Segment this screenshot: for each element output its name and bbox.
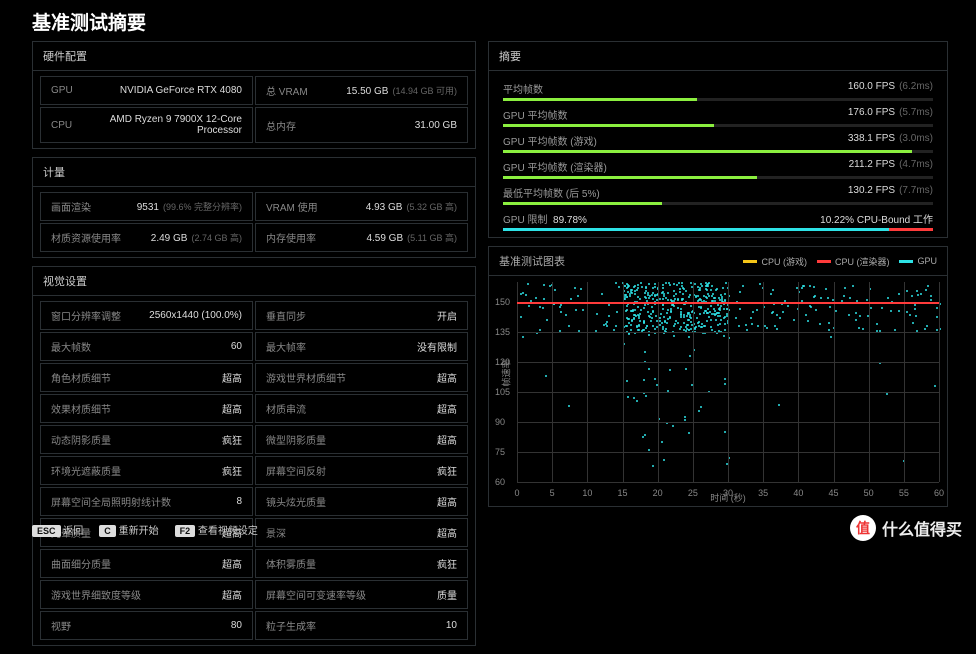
- summary-row: GPU 平均帧数176.0 FPS(5.7ms): [495, 103, 941, 127]
- visual-cell: 最大帧数60: [40, 332, 253, 361]
- gpu-limit-row: GPU 限制 89.78%10.22% CPU-Bound 工作: [495, 207, 941, 231]
- visual-cell: 体积雾质量疯狂: [255, 549, 468, 578]
- x-tick: 50: [864, 488, 874, 498]
- visual-cell: 曲面细分质量超高: [40, 549, 253, 578]
- watermark: 值 什么值得买: [850, 515, 962, 541]
- visual-cell: 材质串流超高: [255, 394, 468, 423]
- visual-heading: 视觉设置: [33, 267, 475, 296]
- hardware-panel: 硬件配置 GPUNVIDIA GeForce RTX 4080总 VRAM15.…: [32, 41, 476, 149]
- visual-cell: 屏幕空间反射疯狂: [255, 456, 468, 485]
- y-tick: 75: [495, 447, 505, 457]
- summary-row: GPU 平均帧数 (渲染器)211.2 FPS(4.7ms): [495, 155, 941, 179]
- y-tick: 150: [495, 297, 510, 307]
- page-title: 基准测试摘要: [32, 8, 956, 35]
- metrics-cell: 内存使用率4.59 GB(5.11 GB 高): [255, 223, 468, 252]
- esc-key[interactable]: ESC: [32, 525, 61, 537]
- metrics-cell: 材质资源使用率2.49 GB(2.74 GB 高): [40, 223, 253, 252]
- visual-cell: 动态阴影质量疯狂: [40, 425, 253, 454]
- visual-cell: 微型阴影质量超高: [255, 425, 468, 454]
- summary-row: 平均帧数160.0 FPS(6.2ms): [495, 77, 941, 101]
- visual-cell: 屏幕空间全局照明射线计数8: [40, 487, 253, 516]
- metrics-cell: 画面渲染9531(99.6% 完整分辨率): [40, 192, 253, 221]
- chart-redline: [517, 302, 939, 304]
- x-tick: 15: [617, 488, 627, 498]
- summary-heading: 摘要: [489, 42, 947, 71]
- visual-cell: 窗口分辨率调整2560x1440 (100.0%): [40, 301, 253, 330]
- summary-row: 最低平均帧数 (后 5%)130.2 FPS(7.7ms): [495, 181, 941, 205]
- hardware-cell: GPUNVIDIA GeForce RTX 4080: [40, 76, 253, 105]
- legend-label: GPU: [917, 256, 937, 266]
- y-tick: 135: [495, 327, 510, 337]
- visual-cell: 游戏世界材质细节超高: [255, 363, 468, 392]
- c-label: 重新开始: [119, 526, 159, 537]
- c-key[interactable]: C: [99, 525, 116, 537]
- visual-cell: 镜头炫光质量超高: [255, 487, 468, 516]
- f2-key[interactable]: F2: [175, 525, 196, 537]
- visual-cell: 粒子生成率10: [255, 611, 468, 640]
- legend-swatch-cpu-render: [817, 260, 831, 263]
- legend-swatch-gpu: [899, 260, 913, 263]
- visual-cell: 屏幕空间可变速率等级质量: [255, 580, 468, 609]
- chart-area: 时间 (秒) 607590105120135150051015202530354…: [517, 282, 939, 502]
- x-tick: 5: [550, 488, 555, 498]
- x-tick: 60: [934, 488, 944, 498]
- x-tick: 55: [899, 488, 909, 498]
- y-tick: 105: [495, 387, 510, 397]
- summary-panel: 摘要 平均帧数160.0 FPS(6.2ms)GPU 平均帧数176.0 FPS…: [488, 41, 948, 238]
- visual-cell: 视野80: [40, 611, 253, 640]
- y-tick: 60: [495, 477, 505, 487]
- visual-cell: 角色材质细节超高: [40, 363, 253, 392]
- footer-hints: ESC 返回 C 重新开始 F2 查看视频设定: [32, 522, 258, 537]
- legend-label: CPU (渲染器): [835, 255, 890, 268]
- visual-cell: 效果材质细节超高: [40, 394, 253, 423]
- x-tick: 30: [723, 488, 733, 498]
- visual-settings-panel: 视觉设置 窗口分辨率调整2560x1440 (100.0%)垂直同步开启最大帧数…: [32, 266, 476, 646]
- x-tick: 35: [758, 488, 768, 498]
- legend-swatch-cpu-game: [743, 260, 757, 263]
- hardware-cell: CPUAMD Ryzen 9 7900X 12-Core Processor: [40, 107, 253, 143]
- x-tick: 40: [793, 488, 803, 498]
- x-tick: 20: [653, 488, 663, 498]
- visual-cell: 环境光遮蔽质量疯狂: [40, 456, 253, 485]
- x-tick: 0: [514, 488, 519, 498]
- y-tick: 90: [495, 417, 505, 427]
- x-tick: 10: [582, 488, 592, 498]
- f2-label: 查看视频设定: [198, 526, 258, 537]
- legend-label: CPU (游戏): [761, 255, 807, 268]
- watermark-icon: 值: [850, 515, 876, 541]
- visual-cell: 景深超高: [255, 518, 468, 547]
- visual-cell: 最大帧率没有限制: [255, 332, 468, 361]
- esc-label: 返回: [63, 526, 83, 537]
- hardware-cell: 总内存31.00 GB: [255, 107, 468, 143]
- metrics-panel: 计量 画面渲染9531(99.6% 完整分辨率)VRAM 使用4.93 GB(5…: [32, 157, 476, 258]
- metrics-cell: VRAM 使用4.93 GB(5.32 GB 高): [255, 192, 468, 221]
- chart-legend: CPU (游戏) CPU (渲染器) GPU: [743, 255, 937, 268]
- y-axis-label: 帧速率: [500, 359, 513, 386]
- hardware-cell: 总 VRAM15.50 GB(14.94 GB 可用): [255, 76, 468, 105]
- hardware-heading: 硬件配置: [33, 42, 475, 71]
- watermark-text: 什么值得买: [882, 516, 962, 540]
- x-tick: 25: [688, 488, 698, 498]
- summary-row: GPU 平均帧数 (游戏)338.1 FPS(3.0ms): [495, 129, 941, 153]
- x-tick: 45: [828, 488, 838, 498]
- chart-heading: 基准测试图表: [499, 253, 565, 269]
- chart-panel: 基准测试图表 CPU (游戏) CPU (渲染器) GPU 时间 (秒) 607…: [488, 246, 948, 507]
- visual-cell: 垂直同步开启: [255, 301, 468, 330]
- metrics-heading: 计量: [33, 158, 475, 187]
- visual-cell: 游戏世界细致度等级超高: [40, 580, 253, 609]
